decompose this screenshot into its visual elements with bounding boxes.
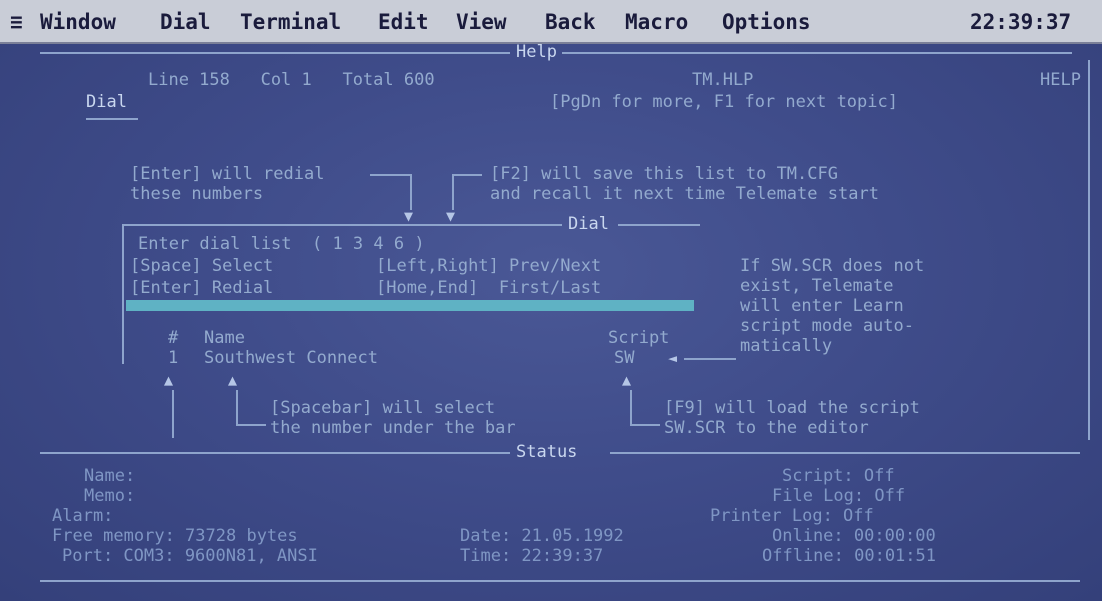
help-hint: [PgDn for more, F1 for next topic] [550, 92, 898, 112]
status-name-label: Name: [84, 466, 136, 486]
up-arrow-icon: ▲ [228, 371, 238, 389]
annotation-f9-1: [F9] will load the script [664, 398, 920, 418]
connector-line [452, 174, 482, 176]
dial-selection-bar[interactable] [126, 300, 694, 311]
status-script: Script: Off [782, 466, 895, 486]
connector-line [630, 424, 660, 426]
annotation-enter-redial-1: [Enter] will redial [130, 164, 325, 184]
dial-frame-left [122, 224, 124, 364]
up-arrow-icon: ▲ [164, 371, 174, 389]
connector-line [370, 174, 412, 176]
clock: 22:39:37 [970, 10, 1072, 34]
enter-dial-list[interactable]: Enter dial list ( 1 3 4 6 ) [138, 234, 425, 254]
menu-edit[interactable]: Edit [378, 10, 429, 34]
key-enter-redial: [Enter] Redial [130, 278, 274, 298]
menu-back[interactable]: Back [545, 10, 596, 34]
system-menu-icon[interactable]: ≡ [10, 10, 23, 34]
connector-line [410, 174, 412, 210]
annotation-script-missing-5: matically [740, 336, 833, 356]
status-offline: Offline: 00:01:51 [762, 546, 936, 566]
column-name: Name [204, 328, 245, 348]
help-badge: HELP [1040, 70, 1081, 90]
dial-frame-top-left [122, 224, 562, 226]
down-arrow-icon: ▼ [404, 207, 414, 225]
annotation-script-missing-3: will enter Learn [740, 296, 904, 316]
up-arrow-icon: ▲ [622, 371, 632, 389]
key-home-end: [Home,End] First/Last [376, 278, 602, 298]
menu-view[interactable]: View [456, 10, 507, 34]
menu-dial[interactable]: Dial [160, 10, 211, 34]
annotation-spacebar-2: the number under the bar [270, 418, 516, 438]
menu-terminal[interactable]: Terminal [240, 10, 341, 34]
menu-window[interactable]: Window [40, 10, 116, 34]
connector-line [236, 424, 266, 426]
help-status-line: Line 158 Col 1 Total 600 [148, 70, 435, 90]
dos-screen: ≡ Window Dial Terminal Edit View Back Ma… [0, 0, 1102, 601]
annotation-script-missing-1: If SW.SCR does not [740, 256, 925, 276]
entry-name: Southwest Connect [204, 348, 378, 368]
column-script: Script [608, 328, 670, 348]
help-frame-top-left [40, 52, 510, 54]
annotation-f2-save-1: [F2] will save this list to TM.CFG [490, 164, 838, 184]
topic-underline [86, 118, 138, 120]
entry-number: 1 [168, 348, 179, 368]
annotation-script-missing-2: exist, Telemate [740, 276, 894, 296]
status-time: Time: 22:39:37 [460, 546, 604, 566]
status-online: Online: 00:00:00 [772, 526, 936, 546]
connector-line [236, 390, 238, 424]
connector-line [630, 390, 632, 424]
menu-bar: ≡ Window Dial Terminal Edit View Back Ma… [0, 0, 1102, 44]
status-frame-bottom [40, 580, 1080, 582]
dial-window-title: Dial [568, 214, 609, 234]
status-free-memory: Free memory: 73728 bytes [52, 526, 298, 546]
down-arrow-icon: ▼ [446, 207, 456, 225]
help-file-name: TM.HLP [692, 70, 754, 90]
menu-options[interactable]: Options [722, 10, 811, 34]
annotation-f2-save-2: and recall it next time Telemate start [490, 184, 879, 204]
entry-script: SW [614, 348, 635, 368]
help-topic: Dial [86, 92, 127, 112]
status-memo-label: Memo: [84, 486, 136, 506]
status-printer-log: Printer Log: Off [710, 506, 874, 526]
key-space-select: [Space] Select [130, 256, 274, 276]
annotation-f9-2: SW.SCR to the editor [664, 418, 869, 438]
dial-frame-top-right [618, 224, 700, 226]
connector-line [452, 174, 454, 210]
annotation-enter-redial-2: these numbers [130, 184, 264, 204]
annotation-script-missing-4: script mode auto- [740, 316, 914, 336]
connector-line [172, 390, 174, 438]
key-left-right: [Left,Right] Prev/Next [376, 256, 602, 276]
status-frame-top-right [610, 452, 1080, 454]
status-alarm-label: Alarm: [52, 506, 114, 526]
status-date: Date: 21.05.1992 [460, 526, 624, 546]
status-frame-top-left [40, 452, 510, 454]
connector-line [684, 358, 736, 360]
column-number: # [168, 328, 179, 348]
help-frame-top-right [562, 52, 1072, 54]
annotation-spacebar-1: [Spacebar] will select [270, 398, 496, 418]
help-scrollbar[interactable] [1088, 60, 1090, 440]
status-file-log: File Log: Off [772, 486, 906, 506]
menu-macro[interactable]: Macro [625, 10, 688, 34]
help-window-title: Help [516, 42, 557, 62]
status-port: Port: COM3: 9600N81, ANSI [62, 546, 318, 566]
left-arrow-icon: ◄ [668, 349, 678, 367]
status-window-title: Status [516, 442, 578, 462]
